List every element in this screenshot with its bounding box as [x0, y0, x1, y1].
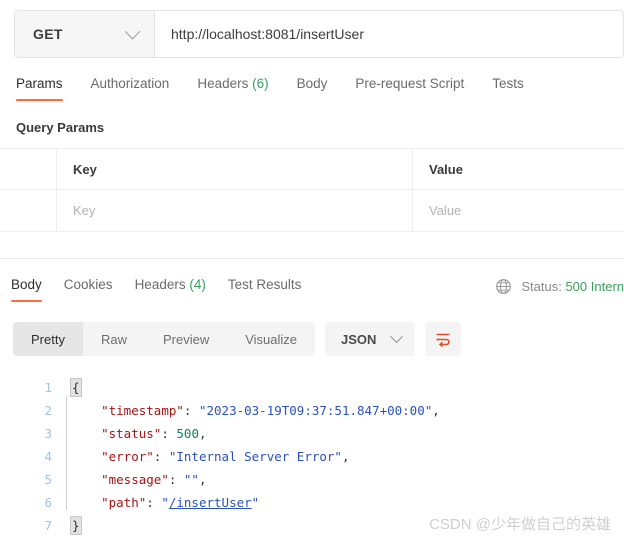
tab-authorization[interactable]: Authorization: [91, 74, 170, 101]
line-number: 1: [44, 380, 52, 395]
json-line-3: "status": 500,: [71, 422, 624, 445]
response-tab-headers-count: (4): [189, 277, 206, 292]
line-number: 5: [44, 472, 52, 487]
query-params-title: Query Params: [16, 120, 105, 135]
table-row: Key Value: [0, 190, 624, 232]
line-number-gutter: 1 2 3 4 5 6 7: [0, 372, 62, 543]
header-cell-value: Value: [429, 161, 463, 177]
query-params-table: Key Value Key Value: [0, 148, 624, 232]
table-header-row: Key Value: [0, 148, 624, 190]
json-line-2: "timestamp": "2023-03-19T09:37:51.847+00…: [71, 399, 624, 422]
json-comma: ,: [341, 449, 350, 464]
response-status-area: Status: 500 Intern: [495, 278, 624, 295]
json-key-error: "error": [101, 449, 154, 464]
status-badge[interactable]: Status: 500 Intern: [521, 279, 624, 294]
response-tab-test-results-label: Test Results: [227, 277, 302, 292]
response-tab-body[interactable]: Body: [11, 275, 42, 302]
json-line-5: "message": "",: [71, 468, 624, 491]
response-tab-headers[interactable]: Headers (4): [135, 275, 206, 302]
param-key-input[interactable]: Key: [57, 190, 413, 231]
request-tab-bar: Params Authorization Headers (6) Body Pr…: [0, 74, 624, 110]
json-value-timestamp: "2023-03-19T09:37:51.847+00:00": [198, 403, 433, 418]
tab-pre-request-script[interactable]: Pre-request Script: [355, 74, 464, 101]
json-value-error: "Internal Server Error": [168, 449, 342, 464]
word-wrap-button[interactable]: [425, 322, 462, 356]
response-tab-test-results[interactable]: Test Results: [228, 275, 302, 302]
json-line-6: "path": "/insertUser": [71, 491, 624, 514]
tab-headers-label: Headers: [197, 76, 249, 91]
json-line-4: "error": "Internal Server Error",: [71, 445, 624, 468]
view-mode-preview[interactable]: Preview: [145, 322, 227, 356]
param-value-input[interactable]: Value: [413, 190, 624, 231]
status-code-text: 500 Intern: [565, 279, 624, 294]
tab-params-label: Params: [16, 76, 63, 91]
json-comma: ,: [432, 403, 440, 418]
json-quote-open: ": [161, 495, 169, 510]
view-mode-visualize[interactable]: Visualize: [227, 322, 315, 356]
request-url-value: http://localhost:8081/insertUser: [171, 26, 364, 42]
json-colon: :: [183, 403, 199, 418]
json-quote-close: ": [251, 495, 260, 510]
view-mode-pretty[interactable]: Pretty: [13, 322, 83, 356]
json-open-brace: {: [70, 378, 82, 397]
json-colon: :: [161, 426, 177, 441]
json-key-status: "status": [101, 426, 162, 441]
watermark: CSDN @少年做自己的英雄: [429, 516, 611, 533]
response-tab-cookies-label: Cookies: [63, 277, 113, 292]
request-url-bar: GET http://localhost:8081/insertUser: [14, 10, 624, 58]
response-divider: [0, 258, 624, 259]
tab-headers-count: (6): [252, 76, 269, 91]
response-view-mode-group: Pretty Raw Preview Visualize: [13, 322, 316, 356]
json-line-1: {: [70, 376, 624, 399]
response-format-dropdown[interactable]: JSON: [325, 322, 416, 356]
tab-body[interactable]: Body: [297, 74, 328, 101]
json-colon: :: [168, 472, 184, 487]
json-comma: ,: [198, 426, 207, 441]
header-cell-select: [0, 149, 57, 189]
status-label: Status:: [521, 279, 562, 294]
response-tab-body-label: Body: [11, 277, 42, 292]
json-close-brace: }: [70, 516, 82, 535]
tab-tests[interactable]: Tests: [492, 74, 524, 101]
json-key-timestamp: "timestamp": [101, 403, 184, 418]
json-value-path-link[interactable]: /insertUser: [169, 495, 252, 510]
http-method-label: GET: [33, 26, 63, 42]
response-format-label: JSON: [341, 331, 377, 347]
tab-headers[interactable]: Headers (6): [197, 74, 268, 101]
json-key-path: "path": [101, 495, 147, 510]
tab-params[interactable]: Params: [16, 74, 63, 101]
header-cell-key: Key: [57, 149, 413, 189]
response-view-toolbar: Pretty Raw Preview Visualize JSON: [13, 322, 462, 356]
line-number: 7: [44, 518, 52, 533]
line-number: 2: [44, 403, 52, 418]
response-tab-headers-label: Headers: [134, 277, 186, 292]
tab-tests-label: Tests: [492, 76, 524, 91]
tab-authorization-label: Authorization: [90, 76, 170, 91]
line-number: 6: [44, 495, 52, 510]
json-colon: :: [146, 495, 162, 510]
line-number: 3: [44, 426, 52, 441]
view-mode-raw[interactable]: Raw: [83, 322, 145, 356]
globe-icon: [496, 279, 512, 294]
json-key-message: "message": [101, 472, 169, 487]
tab-body-label: Body: [296, 76, 328, 91]
json-colon: :: [153, 449, 169, 464]
http-method-dropdown[interactable]: GET: [15, 11, 155, 57]
chevron-down-icon: [124, 23, 141, 39]
request-url-input[interactable]: http://localhost:8081/insertUser: [155, 11, 623, 57]
json-value-message: "": [183, 472, 199, 487]
chevron-down-icon: [390, 329, 404, 343]
response-tab-cookies[interactable]: Cookies: [64, 275, 113, 302]
line-number: 4: [44, 449, 52, 464]
tab-pre-request-script-label: Pre-request Script: [355, 76, 465, 91]
code-fold-guide: [66, 396, 67, 510]
word-wrap-icon: [436, 333, 451, 348]
json-comma: ,: [198, 472, 207, 487]
postman-window: GET http://localhost:8081/insertUser Par…: [0, 0, 624, 543]
json-value-status: 500: [176, 426, 199, 441]
row-checkbox-cell[interactable]: [0, 190, 57, 231]
